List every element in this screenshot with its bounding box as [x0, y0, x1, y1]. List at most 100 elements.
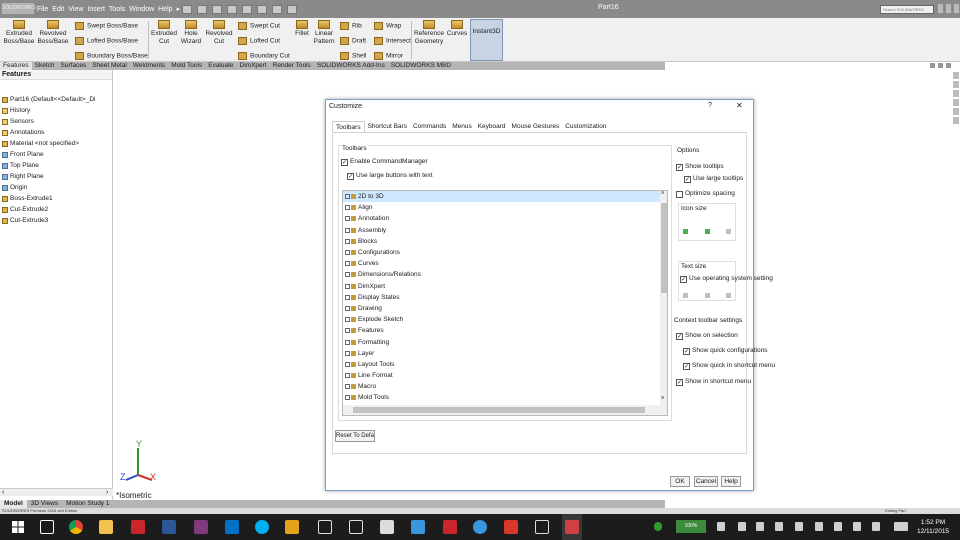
help-button[interactable]: Help: [721, 476, 741, 487]
reference-geometry-button[interactable]: Reference Geometry: [413, 20, 445, 46]
undo-icon[interactable]: [242, 4, 252, 14]
scroll-thumb[interactable]: [353, 407, 645, 413]
battery-indicator[interactable]: 100%: [676, 520, 706, 533]
tab-commands[interactable]: Commands: [410, 121, 449, 132]
acrobat-icon[interactable]: [443, 520, 457, 534]
print-icon[interactable]: [227, 4, 237, 14]
help-icon[interactable]: ?: [708, 102, 712, 109]
tab-toolbars[interactable]: Toolbars: [332, 121, 365, 132]
revolved-boss-button[interactable]: Revolved Boss/Base: [36, 20, 70, 46]
skype-icon[interactable]: [255, 520, 269, 534]
list-item[interactable]: Blocks: [343, 236, 667, 247]
hole-wizard-button[interactable]: Hole Wizard: [178, 20, 204, 46]
list-item[interactable]: Dimensions/Relations: [343, 269, 667, 280]
menu-insert[interactable]: Insert: [87, 6, 105, 13]
chevron-up-icon[interactable]: [738, 522, 746, 531]
volume-icon[interactable]: [853, 522, 861, 531]
maximize-icon[interactable]: [946, 4, 951, 13]
solidworks-logo[interactable]: SOLIDWORKS: [2, 3, 36, 14]
boundary-boss-button[interactable]: Boundary Boss/Base: [75, 52, 148, 61]
scroll-thumb[interactable]: [661, 203, 667, 293]
app-icon[interactable]: [504, 520, 518, 534]
task-view-icon[interactable]: [40, 520, 54, 534]
photos-icon[interactable]: [411, 520, 425, 534]
restore-icon[interactable]: [930, 63, 935, 68]
swept-cut-button[interactable]: Swept Cut: [238, 22, 280, 31]
use-os-setting-checkbox[interactable]: ✓ Use operating system setting: [680, 275, 773, 283]
list-item[interactable]: Formatting: [343, 336, 667, 347]
chevron-down-icon[interactable]: ˅: [661, 396, 665, 402]
small-icon-option[interactable]: [683, 228, 688, 234]
list-item[interactable]: Features: [343, 325, 667, 336]
list-item[interactable]: Macro: [343, 381, 667, 392]
revolved-cut-button[interactable]: Revolved Cut: [204, 20, 234, 46]
resources-icon[interactable]: [953, 72, 959, 79]
curves-button[interactable]: Curves: [446, 20, 468, 38]
chevron-up-icon[interactable]: ˄: [661, 191, 665, 197]
instant3d-button[interactable]: Instant3D: [470, 19, 503, 61]
bluetooth-icon[interactable]: [795, 522, 803, 531]
cancel-button[interactable]: Cancel: [694, 476, 718, 487]
list-item[interactable]: Explode Sketch: [343, 314, 667, 325]
medium-icon-option[interactable]: [704, 228, 710, 234]
tab-motion-study[interactable]: Motion Study 1: [62, 500, 113, 508]
tab-customization[interactable]: Customization: [562, 121, 609, 132]
custom-properties-icon[interactable]: [953, 117, 959, 124]
scroll-left-icon[interactable]: ‹: [2, 489, 4, 497]
onedrive-icon[interactable]: [775, 522, 783, 531]
menu-window[interactable]: Window: [129, 6, 154, 13]
tree-item-sensors[interactable]: Sensors: [0, 116, 112, 127]
mail-icon[interactable]: [349, 520, 363, 534]
list-item[interactable]: Mold Tools: [343, 392, 667, 403]
large-buttons-checkbox[interactable]: ✓ Use large buttons with text: [347, 172, 433, 180]
clock[interactable]: 1:52 PM 12/11/2015: [917, 518, 949, 536]
rebuild-icon[interactable]: [272, 4, 282, 14]
toolbar-list-hscroll[interactable]: [343, 405, 667, 415]
tile-icon[interactable]: [938, 63, 943, 68]
search-input[interactable]: Search SOLIDWORKS: [880, 5, 934, 14]
tab-evaluate[interactable]: Evaluate: [205, 62, 236, 70]
list-item[interactable]: Layout Tools: [343, 359, 667, 370]
tab-mouse-gestures[interactable]: Mouse Gestures: [509, 121, 563, 132]
tab-dimxpert[interactable]: DimXpert: [237, 62, 270, 70]
lofted-boss-button[interactable]: Lofted Boss/Base: [75, 37, 138, 46]
tab-features[interactable]: Features: [0, 62, 32, 70]
show-tooltips-checkbox[interactable]: ✓ Show tooltips: [676, 163, 724, 171]
tree-item-origin[interactable]: Origin: [0, 182, 112, 193]
text-size-slider[interactable]: [683, 292, 731, 298]
fillet-button[interactable]: Fillet: [292, 20, 312, 38]
network-activity-icon[interactable]: [654, 522, 662, 531]
tab-3d-views[interactable]: 3D Views: [27, 500, 62, 508]
rib-button[interactable]: Rib: [340, 22, 362, 31]
tree-item-annotations[interactable]: Annotations: [0, 127, 112, 138]
tree-item-material[interactable]: Material <not specified>: [0, 138, 112, 149]
list-item[interactable]: Layer: [343, 348, 667, 359]
calculator-icon[interactable]: [380, 520, 394, 534]
lofted-cut-button[interactable]: Lofted Cut: [238, 37, 280, 46]
list-item[interactable]: Drawing: [343, 303, 667, 314]
tree-item-top-plane[interactable]: Top Plane: [0, 160, 112, 171]
menu-edit[interactable]: Edit: [52, 6, 64, 13]
show-quick-configs-checkbox[interactable]: ✓ Show quick configurations: [683, 347, 768, 355]
tab-keyboard[interactable]: Keyboard: [475, 121, 509, 132]
file-explorer-icon[interactable]: [99, 520, 113, 534]
large-icon-option[interactable]: [726, 228, 731, 234]
mirror-button[interactable]: Mirror: [374, 52, 403, 61]
list-item[interactable]: Assembly: [343, 225, 667, 236]
draft-button[interactable]: Draft: [340, 37, 366, 46]
small-text-option[interactable]: [683, 292, 688, 298]
tab-sketch[interactable]: Sketch: [32, 62, 58, 70]
menu-view[interactable]: View: [68, 6, 83, 13]
list-item[interactable]: Annotation: [343, 213, 667, 224]
design-library-icon[interactable]: [953, 81, 959, 88]
wifi-icon[interactable]: [834, 522, 842, 531]
tab-mold-tools[interactable]: Mold Tools: [168, 62, 205, 70]
extruded-cut-button[interactable]: Extruded Cut: [150, 20, 178, 46]
ok-button[interactable]: OK: [670, 476, 690, 487]
list-item[interactable]: Display States: [343, 292, 667, 303]
display-icon[interactable]: [815, 522, 823, 531]
tab-mbd[interactable]: SOLIDWORKS MBD: [388, 62, 454, 70]
power-icon[interactable]: [717, 522, 725, 531]
menu-tools[interactable]: Tools: [109, 6, 125, 13]
menu-pin[interactable]: ▸: [177, 5, 181, 13]
